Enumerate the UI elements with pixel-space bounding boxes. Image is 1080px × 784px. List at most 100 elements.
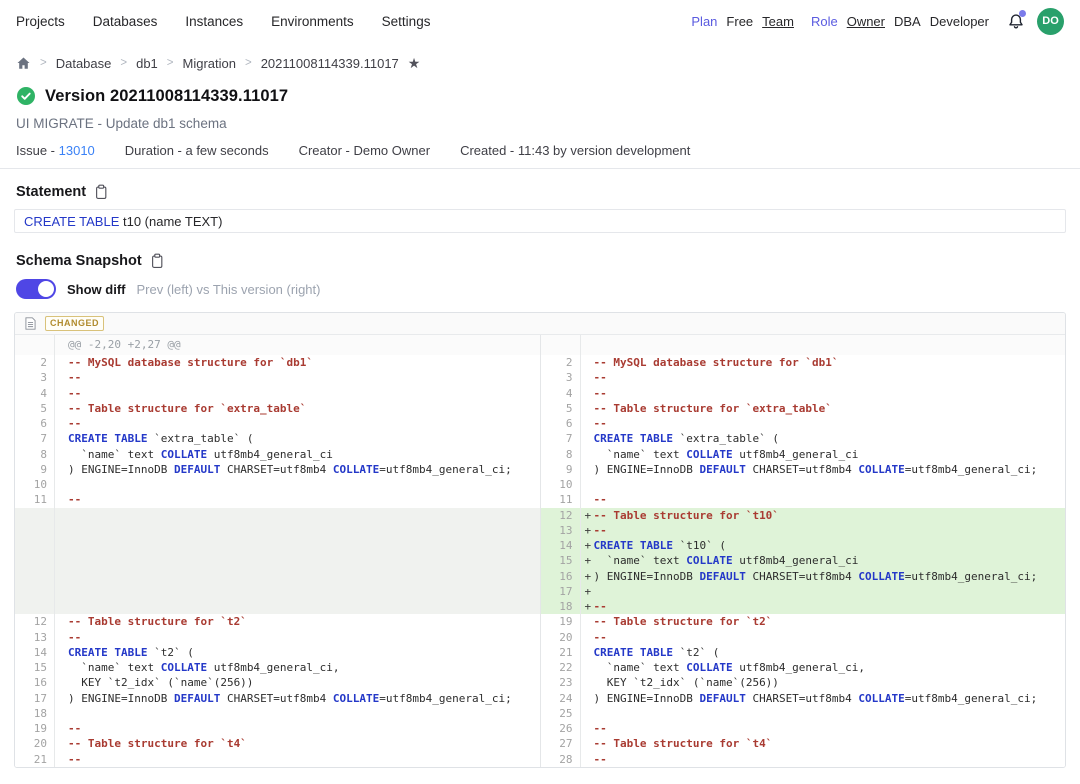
account-link-team[interactable]: Team — [762, 14, 794, 29]
code-line: -- — [594, 721, 1066, 736]
account-link-plan[interactable]: Plan — [691, 14, 717, 29]
diff-marker — [55, 447, 68, 462]
diff-row: 2 -- MySQL database structure for `db1` — [541, 355, 1066, 370]
diff-row — [15, 538, 540, 553]
code-line: -- — [68, 630, 540, 645]
line-number: 7 — [541, 431, 581, 446]
diff-marker: + — [581, 538, 594, 553]
line-number: 8 — [15, 447, 55, 462]
topnav-item-projects[interactable]: Projects — [16, 14, 65, 29]
topnav-items: Projects Databases Instances Environments Se… — [16, 14, 430, 29]
diff-marker — [55, 370, 68, 385]
code-line: -- Table structure for `t2` — [594, 614, 1066, 629]
account-links: PlanFreeTeamRoleOwnerDBADeveloper — [682, 14, 989, 29]
line-number: 14 — [541, 538, 581, 553]
topnav-item-databases[interactable]: Databases — [93, 14, 158, 29]
meta-item: Creator - Demo Owner — [299, 143, 430, 158]
top-navigation: Projects Databases Instances Environments Se… — [0, 0, 1080, 42]
diff-row: 14+CREATE TABLE `t10` ( — [541, 538, 1066, 553]
diff-marker — [55, 721, 68, 736]
code-line: -- Table structure for `t4` — [68, 736, 540, 751]
line-number: 5 — [541, 401, 581, 416]
code-line: CREATE TABLE `t2` ( — [594, 645, 1066, 660]
diff-row: 12+-- Table structure for `t10` — [541, 508, 1066, 523]
line-number: 4 — [541, 386, 581, 401]
line-number: 18 — [541, 599, 581, 614]
chevron-right-icon: > — [245, 57, 252, 69]
breadcrumb-item-database[interactable]: Database — [56, 56, 112, 71]
line-number: 3 — [15, 370, 55, 385]
diff-marker — [55, 660, 68, 675]
toggle-knob — [38, 281, 54, 297]
line-number: 6 — [541, 416, 581, 431]
line-number: 5 — [15, 401, 55, 416]
account-link-role[interactable]: Role — [811, 14, 838, 29]
diff-body[interactable]: @@ -2,20 +2,27 @@2-- MySQL database stru… — [15, 335, 1065, 767]
code-line — [68, 553, 540, 568]
line-number: 2 — [541, 355, 581, 370]
diff-marker — [581, 752, 594, 767]
code-line — [68, 477, 540, 492]
breadcrumb-item-db1[interactable]: db1 — [136, 56, 158, 71]
diff-row: 10 — [15, 477, 540, 492]
code-line: -- — [68, 386, 540, 401]
breadcrumb: >Database>db1>Migration>20211008114339.1… — [0, 50, 1080, 76]
diff-row: 19-- — [15, 721, 540, 736]
avatar[interactable]: DO — [1037, 8, 1064, 35]
chevron-right-icon: > — [167, 57, 174, 69]
diff-row: 2-- MySQL database structure for `db1` — [15, 355, 540, 370]
code-line — [68, 706, 540, 721]
code-line: -- MySQL database structure for `db1` — [594, 355, 1066, 370]
line-number: 28 — [541, 752, 581, 767]
code-line — [594, 477, 1066, 492]
diff-hint: Prev (left) vs This version (right) — [137, 282, 321, 297]
diff-row: 20-- Table structure for `t4` — [15, 736, 540, 751]
diff-row: 11-- — [15, 492, 540, 507]
diff-row: 3-- — [541, 370, 1066, 385]
line-number: 14 — [15, 645, 55, 660]
diff-marker — [55, 416, 68, 431]
line-number — [15, 569, 55, 584]
line-number: 12 — [15, 614, 55, 629]
line-number: 21 — [541, 645, 581, 660]
diff-marker — [581, 614, 594, 629]
line-number: 23 — [541, 675, 581, 690]
line-number: 25 — [541, 706, 581, 721]
diff-marker — [581, 630, 594, 645]
issue-link[interactable]: 13010 — [59, 143, 95, 158]
code-line: -- — [594, 599, 1066, 614]
account-link-owner[interactable]: Owner — [847, 14, 885, 29]
line-number — [15, 538, 55, 553]
code-line: -- — [68, 416, 540, 431]
show-diff-toggle[interactable] — [16, 279, 56, 299]
star-icon[interactable]: ★ — [408, 56, 421, 70]
diff-marker — [581, 645, 594, 660]
line-number — [15, 523, 55, 538]
topnav-item-environments[interactable]: Environments — [271, 14, 354, 29]
diff-row — [15, 553, 540, 568]
diff-marker — [55, 584, 68, 599]
diff-marker — [581, 706, 594, 721]
code-line: ) ENGINE=InnoDB DEFAULT CHARSET=utf8mb4 … — [594, 569, 1066, 584]
diff-toggle-row: Show diff Prev (left) vs This version (r… — [0, 279, 1080, 299]
diff-row — [15, 584, 540, 599]
line-number: 8 — [541, 447, 581, 462]
line-number: 13 — [15, 630, 55, 645]
line-number: 9 — [541, 462, 581, 477]
line-number: 17 — [541, 584, 581, 599]
breadcrumb-item-migration[interactable]: Migration — [183, 56, 236, 71]
topnav-item-instances[interactable]: Instances — [185, 14, 243, 29]
diff-marker — [55, 508, 68, 523]
line-number: 10 — [15, 477, 55, 492]
diff-pane-right: 2 -- MySQL database structure for `db1`3-… — [541, 335, 1066, 767]
diff-marker — [55, 335, 68, 355]
topnav-item-settings[interactable]: Settings — [382, 14, 431, 29]
diff-marker — [55, 675, 68, 690]
copy-snapshot-icon[interactable] — [150, 253, 164, 269]
breadcrumb-item-20211008114339-11017[interactable]: 20211008114339.11017 — [261, 56, 399, 71]
home-icon[interactable] — [16, 56, 31, 71]
line-number — [15, 599, 55, 614]
code-line: -- — [68, 752, 540, 767]
notification-bell-button[interactable] — [1005, 10, 1027, 32]
copy-statement-icon[interactable] — [94, 184, 108, 200]
